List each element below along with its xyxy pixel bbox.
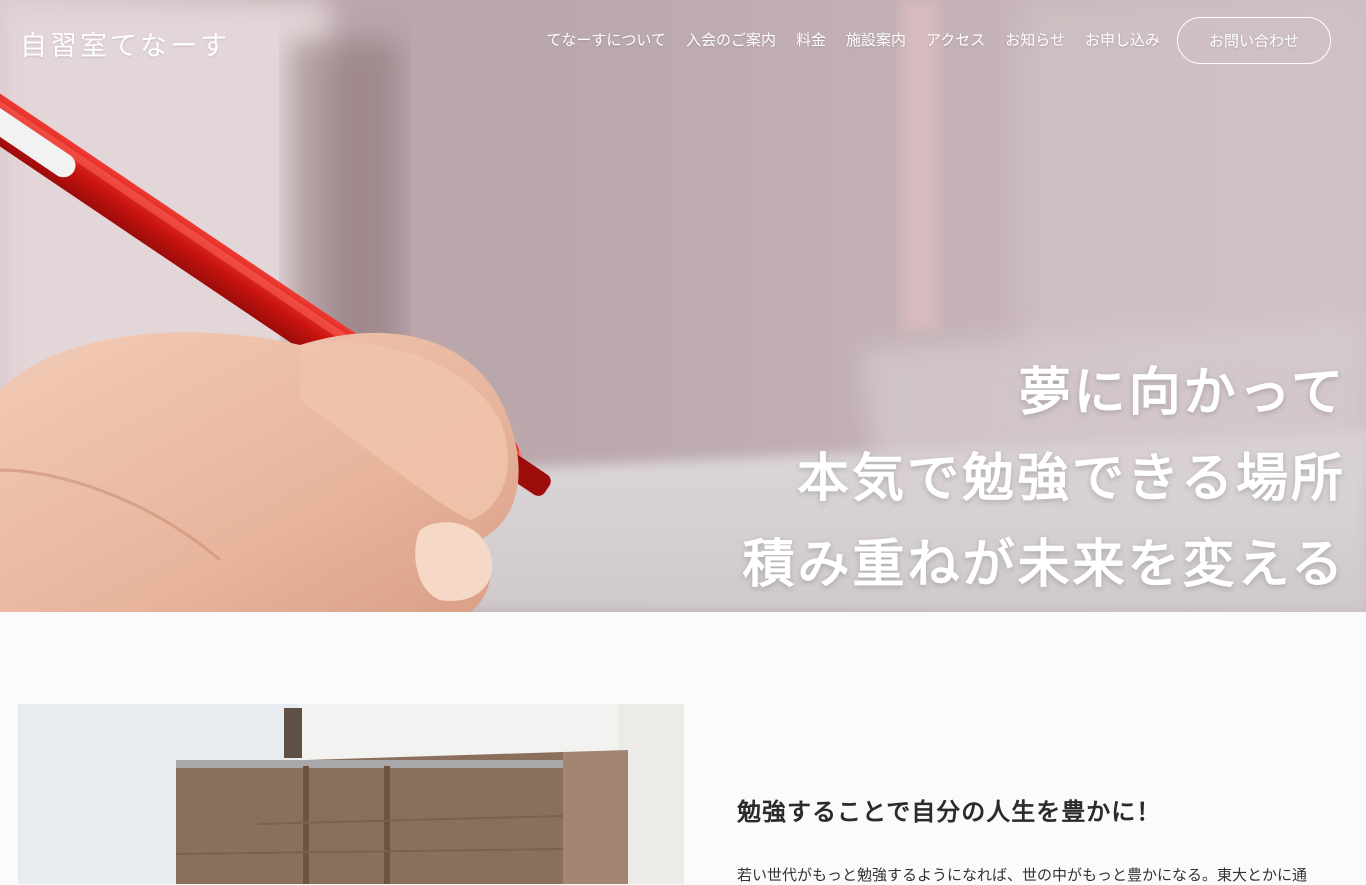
nav-item-access[interactable]: アクセス [926,29,985,50]
nav-item-facilities[interactable]: 施設案内 [846,29,906,50]
about-photo [18,704,684,884]
study-desk-image [18,704,684,884]
about-text: 若い世代がもっと勉強するようになれば、世の中がもっと豊かになる。東大とかに通 [737,866,1308,884]
nav-item-news[interactable]: お知らせ [1005,29,1065,50]
hero-catchcopy: 夢に向かって 本気で勉強できる場所 積み重ねが未来を変える [743,350,1346,608]
nav-item-apply[interactable]: お申し込み [1085,29,1160,50]
hero-section: 自習室てなーす てなーすについて 入会のご案内 料金 施設案内 アクセス お知ら… [0,0,1366,612]
about-heading: 勉強することで自分の人生を豊かに！ [737,798,1162,826]
hero-line-3: 積み重ねが未来を変える [742,535,1346,595]
hero-line-2: 本気で勉強できる場所 [797,449,1346,509]
nav-item-pricing[interactable]: 料金 [796,29,826,50]
main-nav: てなーすについて 入会のご案内 料金 施設案内 アクセス お知らせ お申し込み [546,29,1160,50]
site-logo[interactable]: 自習室てなーす [20,24,230,63]
nav-item-about[interactable]: てなーすについて [546,29,666,50]
nav-item-admission[interactable]: 入会のご案内 [686,29,776,50]
hero-line-1: 夢に向かって [1018,363,1346,423]
contact-button[interactable]: お問い合わせ [1177,17,1331,64]
